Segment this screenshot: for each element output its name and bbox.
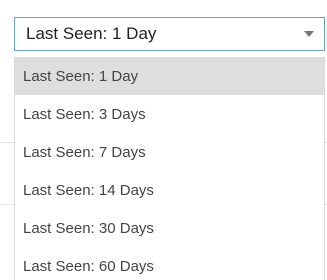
option-last-seen-1-day[interactable]: Last Seen: 1 Day bbox=[15, 57, 324, 95]
page: Last Seen: 1 Day Last Seen: 1 Day Last S… bbox=[0, 0, 327, 280]
chevron-down-icon bbox=[304, 29, 314, 39]
option-last-seen-14-days[interactable]: Last Seen: 14 Days bbox=[15, 171, 324, 209]
option-last-seen-3-days[interactable]: Last Seen: 3 Days bbox=[15, 95, 324, 133]
option-last-seen-30-days[interactable]: Last Seen: 30 Days bbox=[15, 209, 324, 247]
option-last-seen-60-days[interactable]: Last Seen: 60 Days bbox=[15, 247, 324, 280]
select-current-value: Last Seen: 1 Day bbox=[26, 24, 157, 43]
dropdown-options-list: Last Seen: 1 Day Last Seen: 3 Days Last … bbox=[14, 57, 325, 280]
last-seen-select[interactable]: Last Seen: 1 Day bbox=[14, 17, 325, 51]
option-last-seen-7-days[interactable]: Last Seen: 7 Days bbox=[15, 133, 324, 171]
